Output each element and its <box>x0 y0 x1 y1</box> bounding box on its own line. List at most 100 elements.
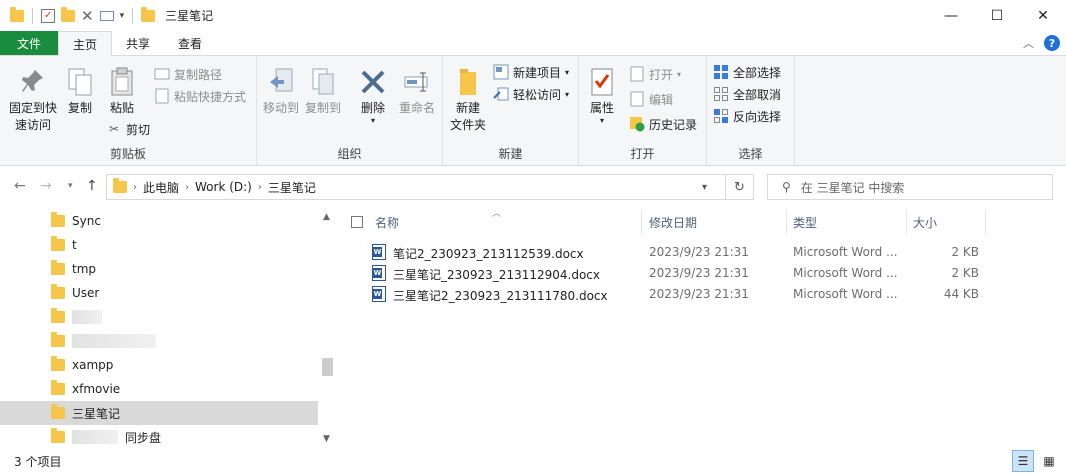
search-box[interactable]: ⚲ 在 三星笔记 中搜索 <box>767 174 1053 200</box>
nav-item-redacted[interactable] <box>0 305 318 329</box>
rename-icon[interactable] <box>99 10 114 21</box>
paste-shortcut-button[interactable]: 粘贴快捷方式 <box>154 86 246 106</box>
ribbon: 固定到快 速访问 复制 粘贴 复制路径 粘贴快捷方式 ✂ 剪切 剪贴板 移动到 … <box>0 56 1066 166</box>
nav-item-label: 三星笔记 <box>72 406 121 421</box>
nav-item[interactable]: 同步盘 <box>0 425 318 449</box>
open-button[interactable]: 打开 ▾ <box>629 64 681 84</box>
address-row: ← → ▾ ↑ › 此电脑 › Work (D:) › 三星笔记 ▾ ↻ ⚲ 在… <box>0 166 1066 208</box>
quick-access-toolbar: ✓ ✕ ▾ 三星笔记 <box>0 0 213 31</box>
address-dropdown-chevron-icon[interactable]: ▾ <box>702 182 707 193</box>
group-label-select: 选择 <box>738 147 763 161</box>
breadcrumb-this-pc[interactable]: 此电脑 <box>143 179 179 196</box>
select-all-checkbox[interactable] <box>351 216 363 228</box>
rename-button[interactable]: 重命名 <box>395 66 439 117</box>
scrollbar-thumb[interactable] <box>322 358 333 376</box>
history-label: 历史记录 <box>649 117 698 132</box>
edit-button[interactable]: 编辑 <box>629 89 673 109</box>
select-all-button[interactable]: 全部选择 <box>713 62 781 82</box>
nav-scrollbar[interactable]: ▲ ▼ <box>320 208 335 448</box>
copy-button[interactable]: 复制 <box>62 66 98 117</box>
search-input[interactable]: 在 三星笔记 中搜索 <box>801 179 905 196</box>
properties-icon <box>586 66 618 98</box>
column-header-name[interactable]: 名称 <box>375 208 640 236</box>
breadcrumb-chevron-icon[interactable]: › <box>258 182 262 193</box>
back-arrow-icon[interactable]: ← <box>14 178 26 194</box>
properties-button[interactable]: 属性 ▾ <box>585 66 619 125</box>
column-header-size[interactable]: 大小 <box>913 208 983 236</box>
new-item-label: 新建项目 <box>513 65 562 80</box>
invert-selection-label: 反向选择 <box>733 109 782 124</box>
details-view-icon[interactable]: ☰ <box>1012 450 1034 472</box>
nav-item-selected[interactable]: 三星笔记 <box>0 401 318 425</box>
file-type: Microsoft Word ... <box>793 266 898 280</box>
scroll-down-icon[interactable]: ▼ <box>323 434 330 444</box>
column-header-date[interactable]: 修改日期 <box>649 208 784 236</box>
breadcrumb-chevron-icon[interactable]: › <box>185 182 189 193</box>
file-name: 三星笔记_230923_213112904.docx <box>393 268 600 282</box>
pin-label-line1: 固定到快 <box>8 101 57 115</box>
divider <box>786 210 787 234</box>
up-arrow-icon[interactable]: ↑ <box>86 178 98 194</box>
history-button[interactable]: 历史记录 <box>629 114 697 134</box>
minimize-button[interactable]: — <box>928 0 974 31</box>
nav-item[interactable]: Sync <box>0 209 318 233</box>
breadcrumb-work-drive[interactable]: Work (D:) <box>195 180 252 194</box>
cut-button[interactable]: ✂ 剪切 <box>106 119 150 139</box>
copy-path-button[interactable]: 复制路径 <box>154 64 222 84</box>
edit-label: 编辑 <box>649 92 674 107</box>
tab-home[interactable]: 主页 <box>58 31 113 56</box>
tab-share[interactable]: 共享 <box>112 31 164 55</box>
delete-button[interactable]: 删除 ▾ <box>355 66 391 125</box>
column-header-type[interactable]: 类型 <box>793 208 903 236</box>
close-button[interactable]: ✕ <box>1020 0 1066 31</box>
copy-path-icon <box>154 66 170 82</box>
folder-icon <box>51 212 65 227</box>
tab-view[interactable]: 查看 <box>164 31 216 55</box>
refresh-icon[interactable]: ↻ <box>726 174 754 200</box>
move-to-button[interactable]: 移动到 <box>261 66 301 117</box>
new-folder-button[interactable]: 新建 文件夹 <box>447 66 489 134</box>
new-item-button[interactable]: 新建项目 ▾ <box>493 62 569 82</box>
recent-locations-chevron-icon[interactable]: ▾ <box>68 181 73 191</box>
paste-button[interactable]: 粘贴 <box>104 66 140 117</box>
select-none-label: 全部取消 <box>733 87 782 102</box>
table-row[interactable]: 三星笔记2_230923_213111780.docx 2023/9/23 21… <box>337 284 1066 305</box>
collapse-ribbon-icon[interactable]: ︿ <box>1023 35 1034 51</box>
cut-label: 剪切 <box>126 122 151 137</box>
invert-selection-button[interactable]: 反向选择 <box>713 106 781 126</box>
breadcrumb-chevron-icon[interactable]: › <box>133 182 137 193</box>
nav-item[interactable]: User <box>0 281 318 305</box>
pin-quick-access-button[interactable]: 固定到快 速访问 <box>6 66 60 134</box>
new-folder-label-line2: 文件夹 <box>449 118 486 132</box>
table-row[interactable]: 三星笔记_230923_213112904.docx 2023/9/23 21:… <box>337 263 1066 284</box>
nav-item[interactable]: tmp <box>0 257 318 281</box>
help-icon[interactable]: ? <box>1044 35 1060 51</box>
folder-icon <box>10 6 24 22</box>
file-type: Microsoft Word ... <box>793 287 898 301</box>
maximize-button[interactable]: ☐ <box>974 0 1020 31</box>
nav-item-label: 同步盘 <box>125 430 162 445</box>
copy-to-icon <box>307 66 339 98</box>
table-row[interactable]: 笔记2_230923_213112539.docx 2023/9/23 21:3… <box>337 242 1066 263</box>
new-folder-icon <box>452 66 484 98</box>
easy-access-button[interactable]: 轻松访问 ▾ <box>493 84 569 104</box>
new-folder-icon[interactable] <box>61 6 75 22</box>
address-bar[interactable]: › 此电脑 › Work (D:) › 三星笔记 <box>106 174 726 200</box>
forward-arrow-icon[interactable]: → <box>40 178 52 194</box>
delete-icon[interactable]: ✕ <box>81 7 94 25</box>
nav-item[interactable]: xfmovie <box>0 377 318 401</box>
tab-file[interactable]: 文件 <box>0 31 59 55</box>
nav-item-label: t <box>72 238 77 252</box>
breadcrumb-current-folder[interactable]: 三星笔记 <box>268 179 316 196</box>
nav-item[interactable]: t <box>0 233 318 257</box>
properties-icon[interactable]: ✓ <box>41 8 55 23</box>
select-none-button[interactable]: 全部取消 <box>713 84 781 104</box>
nav-item-redacted[interactable] <box>0 329 318 353</box>
chevron-down-icon[interactable]: ▾ <box>120 11 125 21</box>
large-icons-view-icon[interactable]: ▦ <box>1038 450 1060 472</box>
column-header-label: 名称 <box>375 215 400 230</box>
copy-to-button[interactable]: 复制到 <box>303 66 343 117</box>
word-document-icon <box>372 244 386 260</box>
scroll-up-icon[interactable]: ▲ <box>323 212 330 222</box>
nav-item[interactable]: xampp <box>0 353 318 377</box>
